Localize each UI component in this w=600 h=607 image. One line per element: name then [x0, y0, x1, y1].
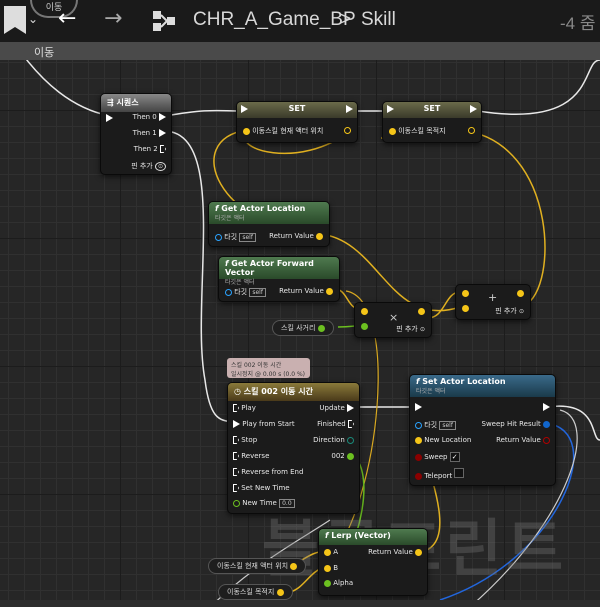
forward-arrow-icon[interactable]: → [104, 6, 122, 31]
set-location-exec-in[interactable] [415, 403, 422, 411]
get-location-return-pin[interactable]: Return Value [269, 232, 323, 240]
set2-exec-out[interactable] [470, 105, 477, 113]
sweep-checkbox[interactable]: ✓ [449, 452, 460, 462]
timeline-reverse-pin[interactable]: Reverse [233, 452, 269, 460]
timeline-play-from-start-pin[interactable]: Play from Start [233, 420, 295, 428]
set1-out-pin[interactable] [344, 126, 351, 134]
back-arrow-icon[interactable]: ← [58, 6, 76, 31]
skill-range-variable[interactable]: 스킬 사거리 [272, 320, 334, 336]
lerp-vector-node[interactable]: f Lerp (Vector) A B Alpha Return Value [318, 528, 428, 596]
set1-exec-in[interactable] [241, 105, 248, 113]
current-location-variable[interactable]: 이동스킬 현재 액터 위치 [208, 558, 307, 574]
breadcrumb-blueprint[interactable]: CHR_A_Game_BP [193, 9, 356, 31]
timeline-002-pin[interactable]: 002 [331, 452, 354, 460]
set-actor-location-node[interactable]: f Set Actor Location 타깃은 액터 타깃 self New L… [409, 374, 556, 486]
timeline-stop-pin[interactable]: Stop [233, 436, 257, 444]
sequence-then1[interactable]: Then 1 [133, 129, 166, 137]
zoom-label: -4 줌 [560, 14, 596, 33]
sequence-then2[interactable]: Then 2 [134, 145, 166, 153]
add-node[interactable]: + 핀 추가 ⊙ [455, 284, 531, 320]
graph-toolbar: ⌄ 이동 ← → CHR_A_Game_BP > Skill -4 줌 [0, 0, 600, 42]
sequence-title: 시퀀스 [116, 98, 139, 107]
sequence-add-pin[interactable]: 핀 추가 ⊙ [131, 161, 166, 171]
set-location-teleport-pin[interactable]: Teleport [415, 468, 465, 480]
comment-label: 이동 [34, 46, 55, 59]
sequence-node[interactable]: ⇶ 시퀀스 Then 0 Then 1 Then 2 핀 추가 ⊙ [100, 93, 172, 175]
comment-tab: 이동 [0, 42, 600, 60]
set-destination-node[interactable]: SET 이동스킬 목적지 [382, 101, 482, 143]
get-location-header: f Get Actor Location 타깃은 액터 [209, 202, 329, 224]
sequence-icon: ⇶ [107, 98, 114, 107]
set-location-return-pin[interactable]: Return Value [496, 436, 550, 444]
teleport-checkbox[interactable] [454, 468, 465, 478]
timeline-finished-pin[interactable]: Finished [317, 420, 354, 428]
breadcrumb-graph[interactable]: Skill [361, 9, 396, 31]
multiply-b-pin[interactable] [361, 322, 368, 330]
horizontal-scrollbar[interactable] [0, 600, 600, 607]
get-location-target-pin[interactable]: 타깃 self [215, 232, 256, 242]
sequence-header: ⇶ 시퀀스 [101, 94, 171, 112]
function-icon: f [215, 204, 219, 213]
add-b-pin[interactable] [462, 304, 469, 312]
lerp-header: f Lerp (Vector) [319, 529, 427, 545]
get-forward-target-pin[interactable]: 타깃 self [225, 287, 266, 297]
set1-exec-out[interactable] [346, 105, 353, 113]
set-current-location-node[interactable]: SET 이동스킬 현재 액터 위치 [236, 101, 358, 143]
timeline-direction-pin[interactable]: Direction [313, 436, 354, 444]
function-icon: f [325, 531, 329, 540]
set-location-header: f Set Actor Location 타깃은 액터 [410, 375, 555, 397]
set2-exec-in[interactable] [387, 105, 394, 113]
timeline-set-new-time-pin[interactable]: Set New Time [233, 484, 290, 492]
lerp-return-pin[interactable]: Return Value [368, 548, 422, 556]
lerp-a-pin[interactable]: A [324, 548, 338, 556]
timeline-header: ◷ 스킬 002 이동 시간 [228, 383, 359, 401]
set-location-sweep-hit-pin[interactable]: Sweep Hit Result [482, 420, 550, 428]
timeline-node[interactable]: ◷ 스킬 002 이동 시간 Play Play from Start Stop… [227, 382, 360, 514]
timeline-play-pin[interactable]: Play [233, 404, 256, 412]
set-location-new-location-pin[interactable]: New Location [415, 436, 471, 444]
set2-header: SET [383, 102, 481, 118]
breadcrumb-separator: > [340, 9, 352, 30]
lerp-alpha-pin[interactable]: Alpha [324, 579, 353, 587]
multiply-symbol: × [389, 311, 399, 324]
add-symbol: + [488, 291, 498, 304]
lerp-b-pin[interactable]: B [324, 564, 338, 572]
multiply-out-pin[interactable] [418, 307, 425, 315]
destination-variable[interactable]: 이동스킬 목적지 [218, 584, 293, 600]
sequence-exec-in[interactable] [106, 114, 113, 122]
timeline-update-pin[interactable]: Update [319, 404, 354, 412]
sequence-then0[interactable]: Then 0 [133, 113, 166, 121]
set1-value-pin[interactable]: 이동스킬 현재 액터 위치 [243, 126, 323, 136]
function-icon: f [416, 377, 420, 386]
set2-out-pin[interactable] [468, 126, 475, 134]
timeline-tooltip: 스킬 002 이동 시간 일시정지 @ 0.00 s (0.0 %) [227, 358, 310, 378]
get-forward-header: f Get Actor Forward Vector 타깃은 액터 [219, 257, 339, 286]
set-location-exec-out[interactable] [543, 403, 550, 411]
get-actor-location-node[interactable]: f Get Actor Location 타깃은 액터 타깃 self Retur… [208, 201, 330, 247]
timeline-reverse-from-end-pin[interactable]: Reverse from End [233, 468, 303, 476]
get-forward-vector-node[interactable]: f Get Actor Forward Vector 타깃은 액터 타깃 self… [218, 256, 340, 302]
function-icon: f [225, 259, 229, 268]
set-location-sweep-pin[interactable]: Sweep ✓ [415, 452, 460, 462]
set2-value-pin[interactable]: 이동스킬 목적지 [389, 126, 446, 136]
add-out-pin[interactable] [517, 289, 524, 297]
graph-icon [153, 11, 175, 31]
multiply-a-pin[interactable] [361, 307, 368, 315]
add-a-pin[interactable] [462, 289, 469, 297]
multiply-node[interactable]: × 핀 추가 ⊙ [354, 302, 432, 338]
multiply-add-pin[interactable]: 핀 추가 ⊙ [396, 324, 425, 334]
bookmark-icon[interactable] [4, 6, 26, 34]
get-forward-return-pin[interactable]: Return Value [279, 287, 333, 295]
set-location-target-pin[interactable]: 타깃 self [415, 420, 456, 430]
add-add-pin[interactable]: 핀 추가 ⊙ [495, 306, 524, 316]
set1-header: SET [237, 102, 357, 118]
clock-icon: ◷ [234, 387, 241, 396]
